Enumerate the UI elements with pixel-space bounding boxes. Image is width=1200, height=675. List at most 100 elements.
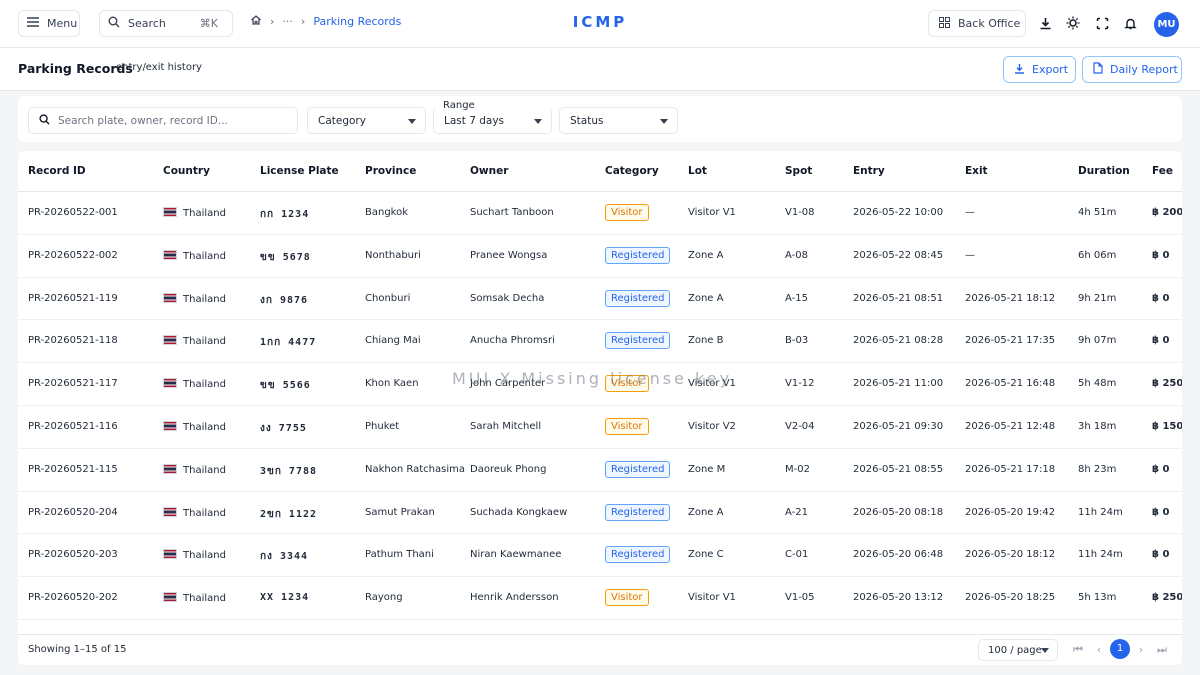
caret-down-icon (1041, 648, 1049, 653)
download-icon[interactable] (1037, 15, 1053, 31)
license-plate: กง 3344 (260, 551, 309, 563)
lot: Visitor V1 (688, 207, 736, 218)
status-select[interactable]: Status (559, 107, 678, 134)
thailand-flag-icon (163, 592, 177, 603)
menu-button[interactable]: Menu (18, 10, 80, 37)
range-select[interactable]: Last 7 days (433, 107, 552, 134)
record-id: PR-20260520-204 (28, 506, 118, 518)
spot: A-15 (785, 292, 808, 304)
province: Nakhon Ratchasima (365, 463, 465, 475)
category-select[interactable]: Category (307, 107, 426, 134)
export-button[interactable]: Export (1003, 56, 1076, 83)
breadcrumb-current[interactable]: Parking Records (313, 15, 401, 28)
column-header[interactable]: Exit (965, 165, 988, 177)
column-header[interactable]: Fee (1152, 165, 1173, 177)
column-header[interactable]: Record ID (28, 165, 86, 177)
next-page-icon[interactable]: › (1133, 642, 1149, 658)
global-search-button[interactable]: Search ⌘K (99, 10, 233, 37)
back-office-button[interactable]: Back Office (928, 10, 1026, 37)
province: Pathum Thani (365, 549, 434, 561)
records-table: Record ID Country License Plate Province… (18, 151, 1182, 665)
owner: Henrik Andersson (470, 592, 559, 604)
prev-page-icon[interactable]: ‹ (1091, 642, 1107, 658)
entry-time: 2026-05-21 08:28 (853, 335, 944, 347)
license-plate: กก 1234 (260, 209, 310, 220)
search-label: Search (128, 17, 166, 30)
lot: Zone A (688, 292, 724, 304)
duration: 11h 24m (1078, 549, 1123, 561)
table-header: Record ID Country License Plate Province… (18, 151, 1182, 192)
table-row[interactable]: PR-20260522-001 Thailand กก 1234 Bangkok… (18, 192, 1182, 235)
column-header[interactable]: Country (163, 165, 210, 177)
country-cell: Thailand (163, 420, 226, 433)
home-icon[interactable] (250, 14, 262, 29)
fee: ฿ 0 (1152, 549, 1170, 561)
exit-time: 2026-05-21 16:48 (965, 378, 1056, 390)
avatar[interactable]: MU (1154, 12, 1179, 37)
table-row[interactable]: PR-20260520-204 Thailand 2ขก 1122 Samut … (18, 492, 1182, 535)
thailand-flag-icon (163, 249, 177, 260)
column-header[interactable]: Lot (688, 165, 707, 177)
exit-time: 2026-05-21 18:12 (965, 292, 1056, 304)
page-header: Parking Records entry/exit history Expor… (0, 48, 1200, 91)
country-cell: Thailand (163, 463, 226, 476)
table-row[interactable]: PR-20260520-202 Thailand XX 1234 Rayong … (18, 577, 1182, 620)
spot: M-02 (785, 463, 810, 475)
lot: Visitor V1 (688, 378, 736, 390)
table-row[interactable]: PR-20260521-116 Thailand งง 7755 Phuket … (18, 406, 1182, 449)
owner: Niran Kaewmanee (470, 549, 562, 561)
first-page-icon[interactable]: ⏮ (1070, 642, 1086, 658)
owner: Suchart Tanboon (470, 207, 554, 218)
record-search-input[interactable]: Search plate, owner, record ID... (28, 107, 298, 134)
license-plate: ขข 5678 (260, 251, 311, 263)
category-badge: Visitor (605, 417, 649, 435)
column-header[interactable]: Duration (1078, 165, 1130, 177)
license-plate: 3ขก 7788 (260, 465, 318, 477)
daily-report-button[interactable]: Daily Report (1082, 56, 1182, 83)
fee: ฿ 150 (1152, 420, 1182, 432)
table-row[interactable]: PR-20260521-117 Thailand ขข 5566 Khon Ka… (18, 363, 1182, 406)
table-row[interactable]: PR-20260521-119 Thailand งก 9876 Chonbur… (18, 278, 1182, 321)
entry-time: 2026-05-20 08:18 (853, 506, 944, 518)
table-row[interactable]: PR-20260522-002 Thailand ขข 5678 Nonthab… (18, 235, 1182, 278)
column-header[interactable]: Province (365, 165, 416, 177)
license-plate: งก 9876 (260, 294, 309, 306)
fee: ฿ 0 (1152, 463, 1170, 475)
column-header[interactable]: Spot (785, 165, 812, 177)
category-badge: Registered (605, 503, 671, 521)
spot: A-21 (785, 506, 808, 518)
theme-sun-icon[interactable] (1065, 15, 1081, 31)
page-size-select[interactable]: 100 / page (978, 639, 1058, 661)
page-number-button[interactable]: 1 (1110, 639, 1130, 659)
spot: B-03 (785, 335, 809, 347)
column-header[interactable]: Owner (470, 165, 508, 177)
country-cell: Thailand (163, 292, 226, 305)
duration: 8h 23m (1078, 463, 1117, 475)
category-badge: Registered (605, 546, 671, 564)
exit-time: 2026-05-21 17:35 (965, 335, 1056, 347)
last-page-icon[interactable]: ⏭ (1154, 642, 1170, 658)
breadcrumb-ellipsis[interactable]: ··· (282, 15, 293, 28)
search-icon (108, 16, 120, 31)
fee: ฿ 0 (1152, 335, 1170, 347)
license-plate: 1กก 4477 (260, 337, 317, 349)
table-row[interactable]: PR-20260521-118 Thailand 1กก 4477 Chiang… (18, 320, 1182, 364)
exit-time: 2026-05-21 17:18 (965, 463, 1056, 475)
table-row[interactable]: PR-20260521-115 Thailand 3ขก 7788 Nakhon… (18, 449, 1182, 492)
fullscreen-icon[interactable] (1094, 15, 1110, 31)
entry-time: 2026-05-22 10:00 (853, 207, 944, 218)
range-select-value: Last 7 days (444, 114, 505, 127)
thailand-flag-icon (163, 207, 177, 217)
bell-icon[interactable] (1122, 15, 1138, 31)
column-header[interactable]: Entry (853, 165, 885, 177)
duration: 5h 13m (1078, 592, 1117, 604)
duration: 11h 24m (1078, 506, 1123, 518)
column-header[interactable]: Category (605, 165, 659, 177)
duration: 4h 51m (1078, 207, 1117, 218)
table-row[interactable]: PR-20260520-203 Thailand กง 3344 Pathum … (18, 534, 1182, 578)
search-icon (39, 113, 50, 128)
duration: 3h 18m (1078, 420, 1117, 432)
province: Nonthaburi (365, 249, 421, 261)
column-header[interactable]: License Plate (260, 165, 339, 177)
license-plate: ขข 5566 (260, 380, 311, 392)
